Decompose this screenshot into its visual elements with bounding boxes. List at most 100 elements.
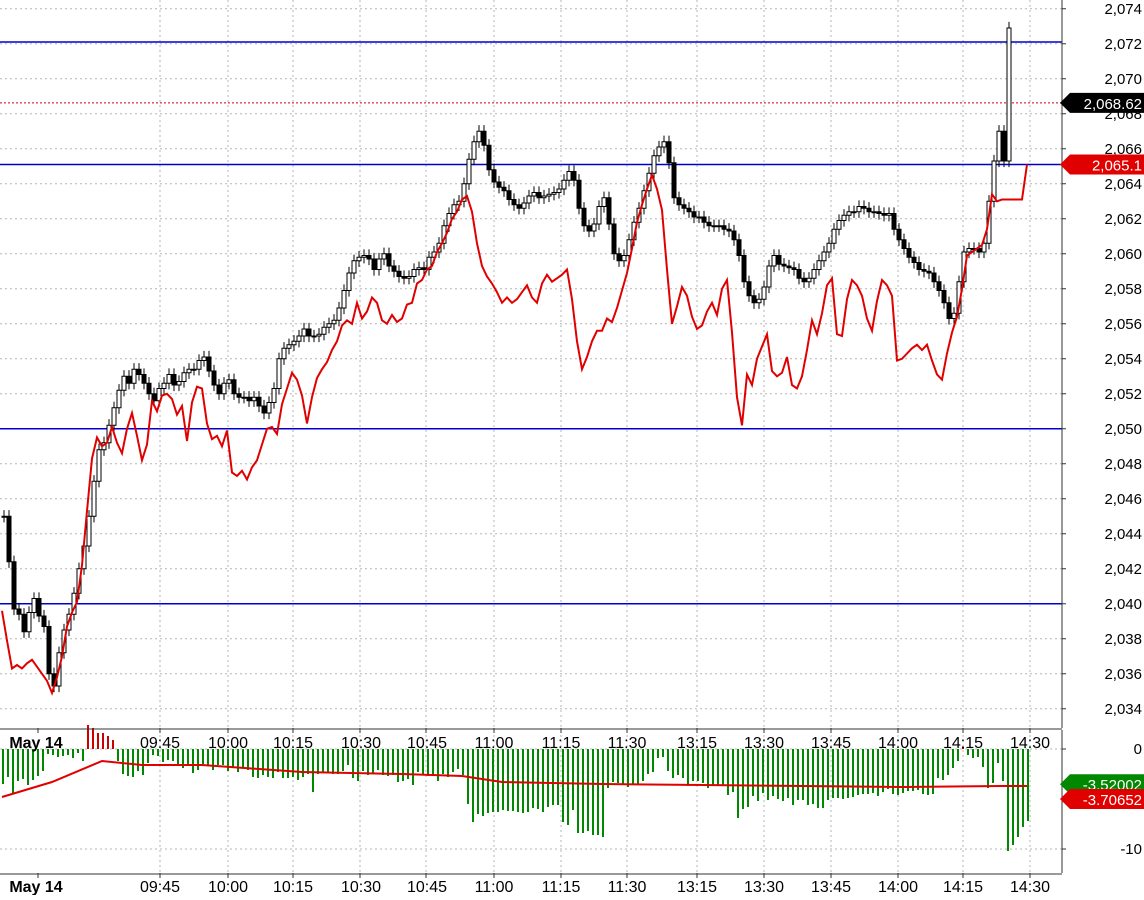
histogram-bar [472,749,474,822]
candle-body [591,223,597,232]
histogram-bar [852,749,854,797]
candle-body [816,260,822,270]
histogram-bar [257,749,259,778]
histogram-bar [642,749,644,781]
price-x-tick-label: 10:00 [208,735,248,752]
histogram-bar [127,749,129,776]
histogram-bar [432,749,434,776]
candle-body [601,197,607,207]
candle-body [546,193,552,197]
histogram-bar [647,749,649,774]
histogram-bar [102,733,104,749]
candle-body [511,199,517,206]
candle-body [911,256,917,263]
histogram-bar [552,749,554,805]
candle-body [881,213,887,216]
osc-x-tick-label: 10:45 [407,879,447,895]
candle-body [621,255,627,262]
histogram-bar [777,749,779,799]
histogram-bar [737,749,739,818]
candle-body [236,393,242,398]
histogram-bar [2,749,4,784]
candle-body [596,206,602,225]
candle-body [526,195,532,204]
candle-body [146,382,152,395]
candle-body [161,382,167,389]
histogram-bar [822,749,824,808]
histogram-bar [332,749,334,774]
candle-body [166,374,172,384]
histogram-bar [452,749,454,772]
candle-body [1006,27,1012,162]
price-y-tick-label: 2,046 [1104,491,1142,508]
histogram-bar [767,749,769,800]
candle-body [731,230,737,241]
price-y-tick-label: 2,048 [1104,456,1142,473]
histogram-bar [847,749,849,798]
histogram-bar [627,749,629,787]
candle-body [91,480,97,517]
histogram-bar [692,749,694,781]
candle-body [686,207,692,213]
candle-body [291,340,297,346]
osc-x-tick-label: 11:30 [608,879,647,895]
histogram-bar [1022,749,1024,827]
candle-body [516,204,522,209]
candle-body [531,192,537,197]
histogram-bar [797,749,799,800]
candle-body [256,396,262,407]
candle-body [196,360,202,370]
candle-body [476,130,482,143]
histogram-bar [122,749,124,774]
osc-x-tick-label: 10:15 [273,879,313,895]
candle-body [261,405,267,414]
candle-body [351,260,357,274]
candle-body [171,374,177,386]
candle-body [946,302,952,319]
candle-body [11,561,17,610]
price-x-tick-label: 09:45 [140,735,180,752]
candle-body [466,158,472,185]
histogram-bar [187,749,189,766]
histogram-bar [397,749,399,782]
osc-x-tick-label: 09:45 [140,879,180,895]
histogram-bar [592,749,594,835]
candle-body [311,335,317,338]
histogram-bar [652,749,654,772]
candle-body [776,255,782,265]
histogram-bar [462,749,464,775]
histogram-bar [357,749,359,781]
candle-body [761,286,767,300]
candle-body [496,181,502,188]
candle-body [671,162,677,199]
candle-body [926,270,932,274]
histogram-bar [907,749,909,791]
histogram-bar [837,749,839,798]
histogram-bar [567,749,569,825]
histogram-bar [877,749,879,796]
histogram-bar [547,749,549,807]
histogram-bar [657,749,659,758]
candle-body [746,281,752,297]
osc-x-tick-label: 13:30 [744,879,784,895]
price-x-tick-label: 14:30 [1010,735,1050,752]
candle-body [396,270,402,277]
candle-body [126,375,132,384]
histogram-bar [562,749,564,822]
candle-body [606,197,612,225]
price-y-tick-label: 2,034 [1104,701,1142,718]
histogram-bar [577,749,579,833]
candle-body [226,379,232,384]
histogram-bar [447,749,449,777]
candle-body [86,515,92,547]
price-y-tick-label: 2,072 [1104,36,1142,53]
price-x-tick-label: 13:45 [811,735,851,752]
candle-body [561,179,567,190]
histogram-bar [702,749,704,783]
candle-body [611,223,617,255]
price-x-tick-label: 13:15 [677,735,717,752]
price-x-tick-label: 14:00 [878,735,918,752]
histogram-bar [987,749,989,788]
histogram-bar [362,749,364,771]
candle-body [921,269,927,272]
